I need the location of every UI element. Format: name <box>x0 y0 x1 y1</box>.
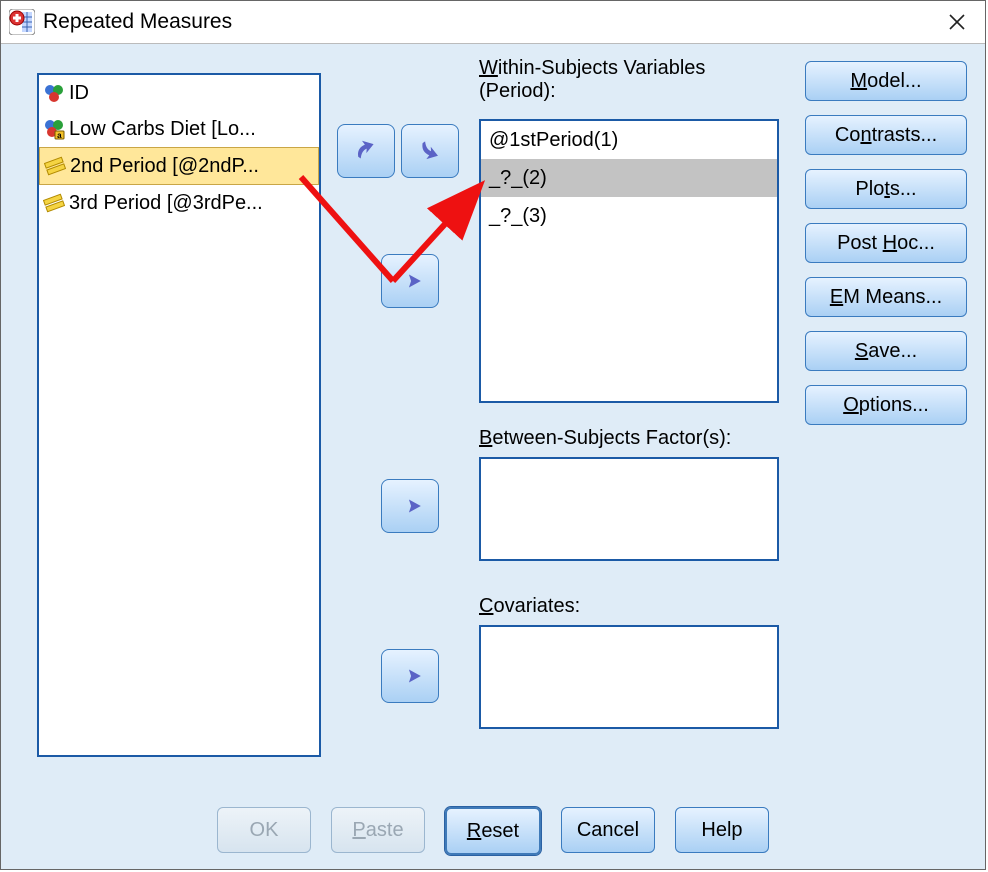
move-up-button[interactable] <box>337 124 395 178</box>
covariates-label: Covariates: <box>479 595 580 618</box>
arrow-right-icon <box>397 663 423 689</box>
arrow-right-icon <box>397 493 423 519</box>
arrow-right-icon <box>397 268 423 294</box>
transfer-to-between-button[interactable] <box>381 479 439 533</box>
plots-button[interactable]: Plots... <box>805 169 967 209</box>
source-var-row[interactable]: a Low Carbs Diet [Lo... <box>39 111 319 147</box>
model-button[interactable]: Model... <box>805 61 967 101</box>
source-variable-list[interactable]: ID a Low Carbs Diet [Lo... 2nd Period [@2nd… <box>37 73 321 757</box>
within-subjects-label: Within-Subjects Variables (Period): <box>479 57 705 103</box>
paste-button[interactable]: Paste <box>331 807 425 853</box>
source-var-row[interactable]: 3rd Period [@3rdPe... <box>39 185 319 221</box>
dialog-window: Repeated Measures ID a Low Carbs Diet [Lo.… <box>0 0 986 870</box>
ok-button[interactable]: OK <box>217 807 311 853</box>
between-subjects-list[interactable] <box>479 457 779 561</box>
move-down-button[interactable] <box>401 124 459 178</box>
within-item-row[interactable]: @1stPeriod(1) <box>481 121 777 159</box>
source-var-label: Low Carbs Diet [Lo... <box>69 118 256 141</box>
within-item-row[interactable]: _?_(2) <box>481 159 777 197</box>
source-var-row[interactable]: 2nd Period [@2ndP... <box>39 147 319 185</box>
side-button-group: Model... Contrasts... Plots... Post Hoc.… <box>805 61 967 425</box>
close-button[interactable] <box>937 2 977 42</box>
save-button[interactable]: Save... <box>805 331 967 371</box>
options-button[interactable]: Options... <box>805 385 967 425</box>
svg-text:a: a <box>57 131 62 140</box>
close-icon <box>949 14 965 30</box>
source-var-row[interactable]: ID <box>39 75 319 111</box>
posthoc-button[interactable]: Post Hoc... <box>805 223 967 263</box>
source-var-label: 2nd Period [@2ndP... <box>70 155 259 178</box>
bottom-button-bar: OK Paste Reset Cancel Help <box>1 807 985 855</box>
contrasts-button[interactable]: Contrasts... <box>805 115 967 155</box>
transfer-to-within-button[interactable] <box>381 254 439 308</box>
transfer-to-covariates-button[interactable] <box>381 649 439 703</box>
app-icon <box>9 9 35 35</box>
within-item-row[interactable]: _?_(3) <box>481 197 777 235</box>
arrow-up-icon <box>353 138 379 164</box>
reset-button[interactable]: Reset <box>445 807 541 855</box>
between-subjects-label: Between-Subjects Factor(s): <box>479 427 731 450</box>
help-button[interactable]: Help <box>675 807 769 853</box>
arrow-down-icon <box>417 138 443 164</box>
source-var-label: 3rd Period [@3rdPe... <box>69 192 263 215</box>
covariates-list[interactable] <box>479 625 779 729</box>
source-var-label: ID <box>69 82 89 105</box>
within-subjects-list[interactable]: @1stPeriod(1)_?_(2)_?_(3) <box>479 119 779 403</box>
cancel-button[interactable]: Cancel <box>561 807 655 853</box>
emmeans-button[interactable]: EM Means... <box>805 277 967 317</box>
title-bar: Repeated Measures <box>1 1 985 44</box>
window-title: Repeated Measures <box>43 10 232 34</box>
